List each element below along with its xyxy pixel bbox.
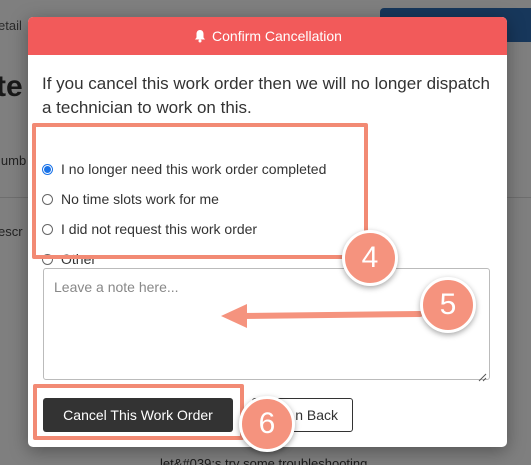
step-5-marker: 5 (420, 277, 476, 333)
cancellation-message: If you cancel this work order then we wi… (42, 74, 490, 117)
resize-handle-icon[interactable] (478, 369, 487, 382)
modal-header: Confirm Cancellation (28, 17, 507, 55)
step-4-marker: 4 (342, 230, 398, 286)
step-6-marker: 6 (239, 396, 295, 452)
arrow-icon (221, 304, 423, 328)
bell-icon (193, 29, 207, 43)
modal-title: Confirm Cancellation (212, 28, 342, 44)
cancel-button-highlight (33, 384, 244, 440)
reason-options-highlight (32, 123, 368, 259)
